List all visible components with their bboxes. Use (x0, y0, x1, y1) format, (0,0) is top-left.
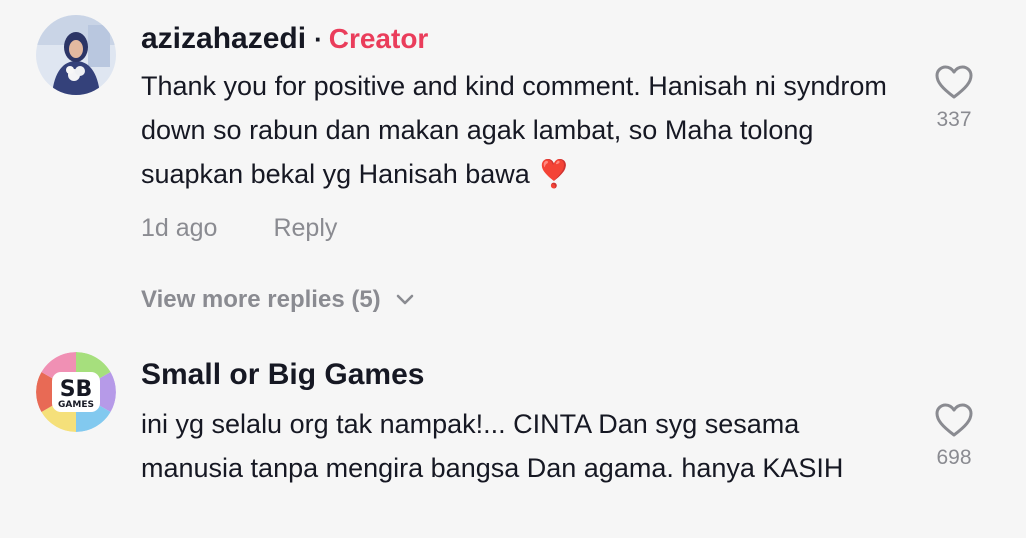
comment-header: Small or Big Games (141, 358, 424, 392)
comment-text-block: ini yg selalu org tak nampak!... CINTA D… (141, 402, 901, 490)
like-control[interactable]: 337 (924, 64, 984, 132)
heart-exclamation-emoji: ❣️ (537, 159, 571, 189)
comment-text: Thank you for positive and kind comment.… (141, 71, 887, 189)
logo-text-games: GAMES (58, 400, 94, 410)
reply-button[interactable]: Reply (273, 214, 337, 243)
like-count: 337 (936, 108, 972, 131)
heart-outline-icon[interactable] (934, 64, 974, 100)
view-more-replies-button[interactable]: View more replies (5) (141, 286, 415, 314)
view-more-replies-label: View more replies (5) (141, 286, 381, 313)
sb-games-logo-icon: SB GAMES (36, 352, 116, 432)
comment-meta: 1d ago Reply (141, 214, 337, 243)
logo-text-sb: SB (60, 377, 93, 402)
username[interactable]: Small or Big Games (141, 358, 424, 392)
comment-header: azizahazedi · Creator (141, 22, 428, 56)
avatar[interactable] (36, 15, 116, 95)
like-control[interactable]: 698 (924, 402, 984, 470)
user-photo-avatar-icon (36, 15, 116, 95)
comment-text-block: Thank you for positive and kind comment.… (141, 64, 901, 196)
heart-outline-icon[interactable] (934, 402, 974, 438)
comment-text: ini yg selalu org tak nampak!... CINTA D… (141, 409, 844, 483)
username[interactable]: azizahazedi (141, 22, 306, 56)
timestamp: 1d ago (141, 214, 218, 242)
avatar[interactable]: SB GAMES (36, 352, 116, 432)
creator-badge: Creator (328, 23, 429, 54)
like-count: 698 (936, 446, 972, 469)
separator-dot: · (314, 24, 323, 54)
chevron-down-icon (396, 294, 413, 305)
